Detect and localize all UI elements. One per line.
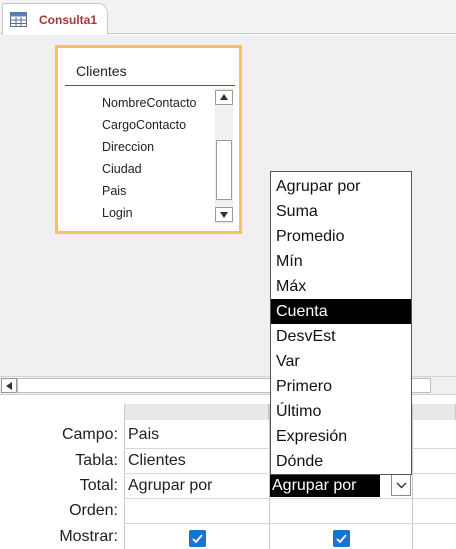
dropdown-option[interactable]: DesvEst bbox=[271, 324, 411, 349]
grid-row-line bbox=[124, 523, 456, 524]
table-cell[interactable]: Clientes bbox=[128, 452, 186, 470]
total-dropdown-list[interactable]: Agrupar por Suma Promedio Mín Máx Cuenta… bbox=[270, 171, 412, 475]
field-list: NombreContacto CargoContacto Direccion C… bbox=[102, 96, 197, 228]
row-label-show: Mostrar: bbox=[59, 528, 118, 545]
table-title-divider bbox=[65, 85, 235, 86]
dropdown-option-selected[interactable]: Cuenta bbox=[271, 299, 411, 324]
field-item[interactable]: CargoContacto bbox=[102, 118, 197, 140]
total-combobox-value[interactable]: Agrupar por bbox=[270, 474, 380, 497]
dropdown-option[interactable]: Var bbox=[271, 349, 411, 374]
column-selector-1[interactable] bbox=[124, 404, 269, 420]
show-checkbox[interactable] bbox=[189, 530, 206, 547]
dropdown-option[interactable]: Máx bbox=[271, 274, 411, 299]
arrow-left-icon bbox=[6, 382, 12, 390]
dropdown-option[interactable]: Dónde bbox=[271, 449, 411, 474]
table-field-list[interactable]: Clientes NombreContacto CargoContacto Di… bbox=[55, 45, 242, 234]
row-label-total: Total: bbox=[79, 477, 118, 494]
dropdown-option[interactable]: Expresión bbox=[271, 424, 411, 449]
chevron-down-icon bbox=[396, 482, 407, 489]
scroll-thumb[interactable] bbox=[216, 140, 232, 200]
total-dropdown-button[interactable] bbox=[391, 474, 411, 496]
dropdown-option[interactable]: Primero bbox=[271, 374, 411, 399]
table-name: Clientes bbox=[76, 63, 127, 79]
field-item[interactable]: Direccion bbox=[102, 140, 197, 162]
total-cell[interactable]: Agrupar por bbox=[128, 477, 213, 495]
grid-row-line bbox=[124, 498, 456, 499]
field-item[interactable]: NombreContacto bbox=[102, 96, 197, 118]
grid-divider bbox=[412, 404, 413, 549]
dropdown-option[interactable]: Último bbox=[271, 399, 411, 424]
grid-divider bbox=[124, 404, 125, 549]
scroll-left-button[interactable] bbox=[1, 378, 17, 393]
field-item[interactable]: Pais bbox=[102, 184, 197, 206]
row-label-order: Orden: bbox=[69, 502, 118, 519]
checkmark-icon bbox=[192, 534, 203, 544]
tab-consulta1[interactable]: Consulta1 bbox=[2, 3, 108, 35]
row-label-field: Campo: bbox=[61, 426, 118, 443]
show-checkbox[interactable] bbox=[333, 530, 350, 547]
field-list-scrollbar[interactable] bbox=[215, 88, 233, 224]
dropdown-option[interactable]: Suma bbox=[271, 199, 411, 224]
checkmark-icon bbox=[336, 534, 347, 544]
tab-title: Consulta1 bbox=[39, 13, 98, 27]
field-item[interactable]: Login bbox=[102, 206, 197, 228]
field-cell[interactable]: Pais bbox=[128, 426, 159, 444]
dropdown-option[interactable]: Agrupar por bbox=[271, 174, 411, 199]
column-selector-3[interactable] bbox=[412, 404, 456, 420]
arrow-down-icon bbox=[220, 212, 228, 218]
dropdown-option[interactable]: Mín bbox=[271, 249, 411, 274]
scroll-up-button[interactable] bbox=[215, 90, 233, 105]
document-tab-strip: Consulta1 bbox=[0, 0, 456, 35]
dropdown-option[interactable]: Promedio bbox=[271, 224, 411, 249]
arrow-up-icon bbox=[220, 94, 228, 100]
query-designer: Consulta1 Clientes NombreContacto CargoC… bbox=[0, 0, 456, 549]
scroll-down-button[interactable] bbox=[215, 207, 233, 222]
field-item[interactable]: Ciudad bbox=[102, 162, 197, 184]
query-icon bbox=[10, 12, 27, 27]
row-label-table: Tabla: bbox=[75, 452, 118, 469]
